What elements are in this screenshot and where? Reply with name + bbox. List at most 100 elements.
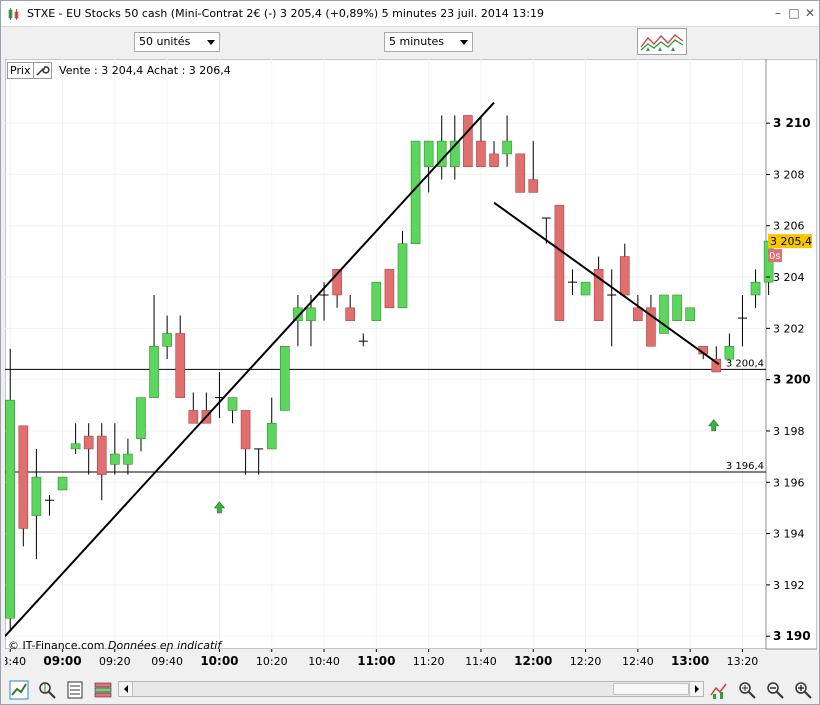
x-tick-label: 13:00: [671, 654, 709, 668]
scroll-right-button[interactable]: [689, 682, 703, 696]
x-tick-label: 12:20: [570, 655, 602, 668]
y-tick-label: 3 202: [773, 322, 805, 335]
time-scrollbar[interactable]: [118, 681, 704, 697]
candle-up: [306, 307, 316, 321]
x-tick-label: 12:40: [622, 655, 654, 668]
candle-down: [188, 410, 199, 424]
spreadsheet-icon[interactable]: [65, 680, 85, 700]
chevron-right-icon: [695, 685, 699, 693]
chart-line-icon[interactable]: [9, 680, 29, 700]
candle-down: [515, 153, 525, 193]
candle-down: [83, 435, 94, 450]
y-tick-label: 3 192: [773, 579, 805, 592]
candle-down: [345, 307, 355, 321]
close-icon[interactable]: ✕: [802, 5, 818, 21]
candle-up: [227, 397, 238, 411]
indicators-icon[interactable]: [709, 680, 729, 700]
interval-select-value: 5 minutes: [389, 35, 445, 48]
units-select[interactable]: 50 unités: [134, 32, 220, 52]
x-tick-label: 13:20: [727, 655, 759, 668]
data-disclaimer: Données en indicatif: [108, 639, 222, 652]
candle-up: [57, 476, 68, 491]
candle-up: [423, 140, 434, 168]
y-tick-label: 3 210: [773, 116, 811, 130]
candlestick-app-icon: [8, 8, 19, 20]
candle-up: [502, 140, 512, 155]
y-tick-label: 3 208: [773, 168, 805, 181]
chart-toolbar: 50 unités 5 minutes: [1, 27, 819, 59]
candle-up: [162, 333, 172, 347]
bid-ask-prices: Vente : 3 204,4 Achat : 3 206,4: [59, 64, 231, 77]
chart-area[interactable]: 3 200,4 3 196,4 3 190 3 192 3 194 3 196 3 198…: [5, 59, 817, 673]
x-tick-label: 11:40: [465, 655, 497, 668]
horizontal-line-label: 3 196,4: [726, 461, 764, 472]
x-tick-label: 08:40: [5, 655, 26, 668]
candle-down: [528, 179, 539, 193]
chart-price-header: Prix Vente : 3 204,4 Achat : 3 206,4: [7, 62, 231, 80]
zoom-target-icon[interactable]: [737, 680, 757, 700]
chevron-left-icon: [124, 685, 128, 693]
candle-down: [633, 307, 643, 321]
chevron-down-icon: [207, 40, 215, 45]
x-tick-label: 10:20: [256, 655, 288, 668]
candle-up: [149, 346, 159, 398]
candle-up: [136, 397, 146, 439]
candle-down: [489, 153, 499, 168]
candle-up: [672, 294, 682, 321]
indicators-button[interactable]: [637, 28, 687, 55]
candle-up: [266, 422, 277, 450]
y-tick-label: 3 196: [773, 476, 805, 489]
candle-up: [685, 307, 695, 321]
units-select-value: 50 unités: [139, 35, 191, 48]
candle-up: [750, 281, 761, 296]
candle-up: [123, 453, 133, 465]
x-tick-label: 09:40: [151, 655, 183, 668]
maximize-icon[interactable]: □: [786, 5, 802, 21]
indicators-icon: [640, 34, 684, 51]
indicator-list-icon[interactable]: [93, 680, 113, 700]
minimize-icon[interactable]: –: [770, 5, 786, 21]
horizontal-line-label: 3 200,4: [726, 358, 764, 369]
interval-select[interactable]: 5 minutes: [384, 32, 473, 52]
wrench-icon[interactable]: [33, 62, 52, 79]
chevron-down-icon: [460, 40, 468, 45]
candle-down: [18, 425, 29, 529]
candle-down: [476, 140, 486, 168]
y-tick-label: 3 206: [773, 220, 805, 233]
scroll-thumb[interactable]: [613, 683, 689, 695]
y-tick-label: 3 204: [773, 271, 805, 284]
candle-up: [580, 281, 591, 296]
zoom-out-icon[interactable]: [765, 680, 785, 700]
plot-background: [5, 59, 767, 650]
magnifier-target-icon[interactable]: [37, 680, 57, 700]
price-chart[interactable]: 3 200,4 3 196,4 3 190 3 192 3 194 3 196 3 198…: [5, 59, 817, 673]
x-tick-label: 10:00: [200, 654, 238, 668]
price-axis-panel: [765, 59, 817, 650]
x-tick-label: 09:00: [43, 654, 81, 668]
y-tick-label: 3 200: [773, 373, 811, 387]
candle-up: [31, 476, 42, 516]
zoom-in-icon[interactable]: [793, 680, 813, 700]
candle-up: [110, 453, 120, 465]
application-window: STXE - EU Stocks 50 cash (Mini-Contrat 2…: [0, 0, 820, 705]
x-tick-label: 10:40: [308, 655, 340, 668]
countdown-label: 0s: [769, 251, 781, 262]
y-tick-label: 3 190: [773, 629, 811, 643]
candle-up: [371, 281, 382, 321]
y-tick-label: 3 198: [773, 425, 805, 438]
copyright-notice: © IT-Finance.com Données en indicatif: [8, 639, 221, 652]
candle-down: [96, 435, 107, 475]
candle-up: [70, 443, 81, 450]
x-tick-label: 09:20: [99, 655, 131, 668]
title-bar: STXE - EU Stocks 50 cash (Mini-Contrat 2…: [1, 1, 819, 27]
candle-down: [619, 256, 630, 296]
candle-up: [5, 399, 16, 619]
x-tick-label: 11:20: [413, 655, 445, 668]
scroll-left-button[interactable]: [119, 682, 133, 696]
bottom-toolbar: [1, 676, 819, 704]
candle-down: [175, 333, 186, 398]
x-tick-label: 12:00: [514, 654, 552, 668]
candle-up: [397, 243, 408, 309]
prix-tab[interactable]: Prix: [7, 62, 34, 79]
copyright-text: © IT-Finance.com: [8, 639, 105, 652]
